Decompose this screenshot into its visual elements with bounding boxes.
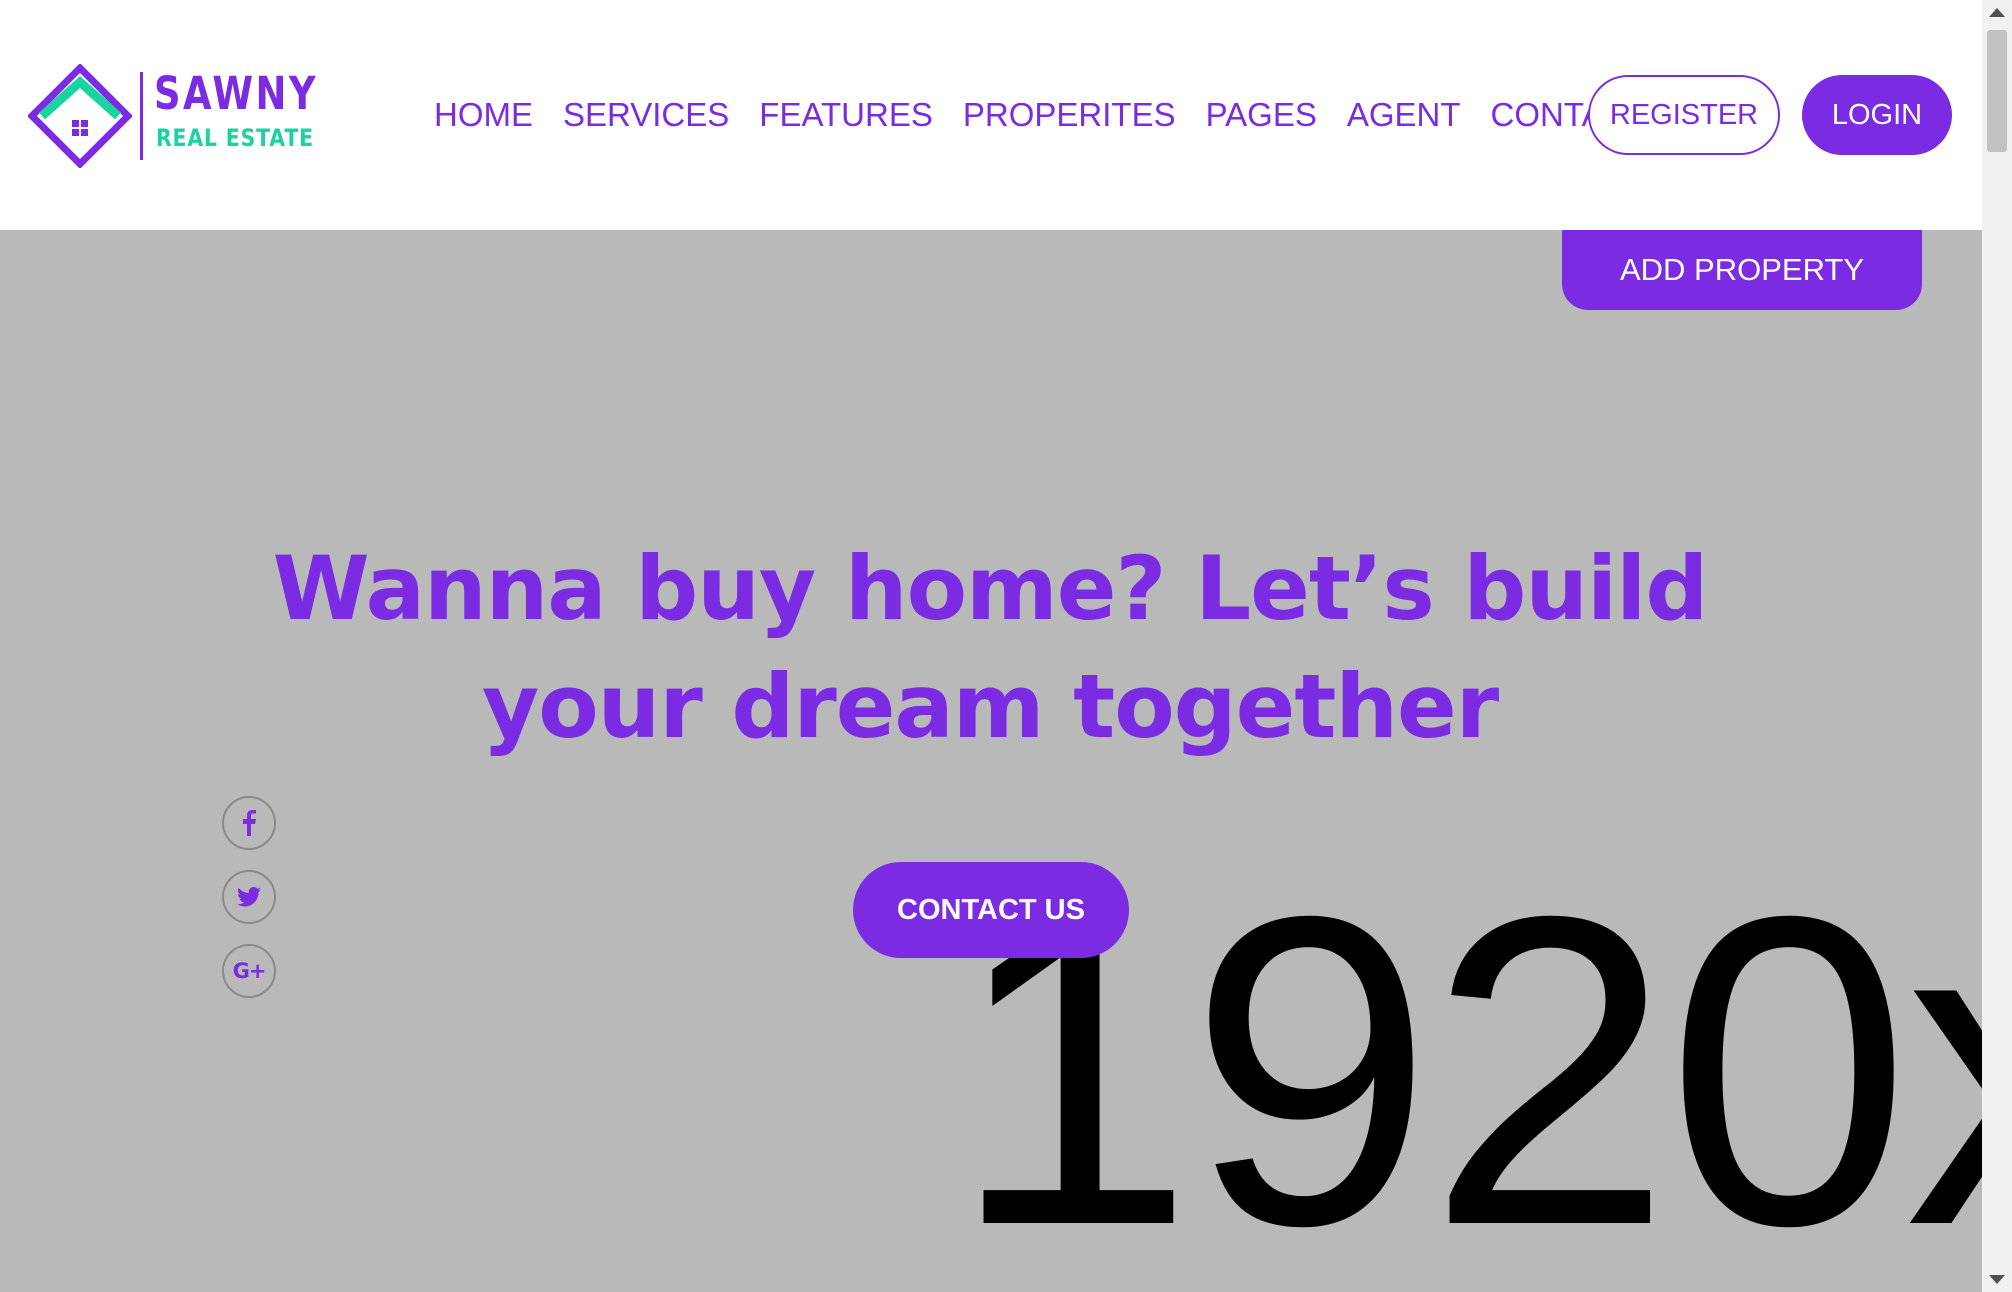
scroll-down-arrow-icon[interactable] xyxy=(1989,1275,2005,1284)
nav-item-services[interactable]: SERVICES xyxy=(563,96,729,134)
login-button[interactable]: LOGIN xyxy=(1802,75,1952,155)
nav-item-home[interactable]: HOME xyxy=(434,96,533,134)
nav-item-pages[interactable]: PAGES xyxy=(1206,96,1317,134)
add-property-button[interactable]: ADD PROPERTY xyxy=(1562,230,1922,310)
scroll-up-arrow-icon[interactable] xyxy=(1989,8,2005,17)
site-header: SAWNY REAL ESTATE HOME SERVICES FEATURES… xyxy=(0,0,1982,230)
hero-headline-line-1: Wanna buy home? Let’s build xyxy=(272,537,1709,640)
main-nav: HOME SERVICES FEATURES PROPERITES PAGES … xyxy=(434,90,1648,140)
google-plus-glyph: G+ xyxy=(232,959,267,983)
page-scrollbar[interactable] xyxy=(1982,0,2012,1292)
hero-headline-line-2: your dream together xyxy=(481,655,1499,758)
nav-item-properties[interactable]: PROPERITES xyxy=(963,96,1176,134)
register-button[interactable]: REGISTER xyxy=(1588,75,1780,155)
hero-headline: Wanna buy home? Let’s build your dream t… xyxy=(240,530,1740,766)
house-logo-icon xyxy=(28,64,132,168)
facebook-icon[interactable] xyxy=(222,796,276,850)
google-plus-icon[interactable]: G+ xyxy=(222,944,276,998)
logo-divider xyxy=(140,72,143,160)
nav-item-features[interactable]: FEATURES xyxy=(759,96,933,134)
brand-logo[interactable]: SAWNY REAL ESTATE xyxy=(28,64,316,168)
brand-name: SAWNY xyxy=(154,67,319,120)
hero-section: 1920x ADD PROPERTY Wanna buy home? Let’s… xyxy=(0,230,1982,1292)
nav-item-agent[interactable]: AGENT xyxy=(1347,96,1461,134)
twitter-icon[interactable] xyxy=(222,870,276,924)
social-links: G+ xyxy=(222,796,276,998)
scroll-thumb[interactable] xyxy=(1987,30,2007,152)
brand-tagline: REAL ESTATE xyxy=(156,124,314,152)
contact-us-button[interactable]: CONTACT US xyxy=(853,862,1129,958)
